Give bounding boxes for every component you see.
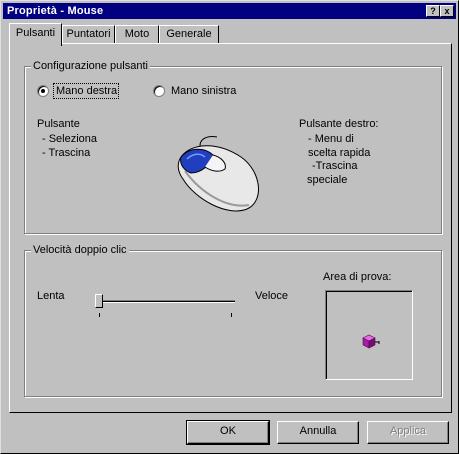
apply-button[interactable]: Applica xyxy=(367,421,449,444)
tab-panel-pulsanti: Configurazione pulsanti Mano destra Mano… xyxy=(9,43,452,413)
test-area-label: Area di prova: xyxy=(323,271,392,283)
right-button-heading: Pulsante destro: xyxy=(299,118,379,130)
left-hand-label[interactable]: Mano sinistra xyxy=(171,85,236,98)
tab-label: Puntatori xyxy=(66,28,111,40)
test-area[interactable] xyxy=(325,290,413,380)
tab-pulsanti[interactable]: Pulsanti xyxy=(9,23,62,46)
speed-slider-track[interactable] xyxy=(95,300,235,303)
button-config-group: Configurazione pulsanti Mano destra Mano… xyxy=(24,59,442,234)
tab-moto[interactable]: Moto xyxy=(115,25,159,44)
right-button-line: - Menu di xyxy=(308,133,354,145)
slow-label: Lenta xyxy=(37,290,65,302)
window-title: Proprietà - Mouse xyxy=(7,5,104,17)
right-hand-label[interactable]: Mano destra xyxy=(56,85,117,98)
left-button-heading: Pulsante xyxy=(37,118,80,130)
ok-button[interactable]: OK xyxy=(186,420,270,445)
slider-tick xyxy=(99,313,100,317)
speed-slider-thumb[interactable] xyxy=(95,294,103,308)
tab-puntatori[interactable]: Puntatori xyxy=(62,25,115,44)
tab-label: Generale xyxy=(166,28,212,40)
tab-label: Moto xyxy=(124,28,150,40)
left-button-line: - Seleziona xyxy=(42,133,98,145)
button-config-title: Configurazione pulsanti xyxy=(31,59,150,73)
left-hand-radio[interactable] xyxy=(153,85,165,97)
right-button-line: scelta rapida xyxy=(308,147,371,159)
left-button-line: - Trascina xyxy=(42,147,91,159)
title-bar[interactable]: Proprietà - Mouse ? x xyxy=(3,3,456,19)
jack-in-the-box-icon[interactable] xyxy=(361,332,383,352)
double-click-title: Velocità doppio clic xyxy=(31,243,129,257)
slider-tick xyxy=(231,313,232,317)
help-button[interactable]: ? xyxy=(426,5,440,17)
test-area-inner xyxy=(326,291,412,379)
right-hand-radio[interactable] xyxy=(37,85,49,97)
tab-label: Pulsanti xyxy=(15,27,56,39)
right-button-line: -Trascina xyxy=(312,160,358,172)
mouse-properties-window: Proprietà - Mouse ? x Pulsanti Puntatori… xyxy=(0,0,459,454)
mouse-icon xyxy=(177,136,259,212)
tab-generale[interactable]: Generale xyxy=(159,25,219,44)
cancel-button[interactable]: Annulla xyxy=(277,421,359,444)
double-click-group: Velocità doppio clic Lenta Veloce Area d… xyxy=(24,243,442,397)
close-button[interactable]: x xyxy=(440,5,454,17)
fast-label: Veloce xyxy=(255,290,289,302)
right-button-line: speciale xyxy=(307,174,348,186)
